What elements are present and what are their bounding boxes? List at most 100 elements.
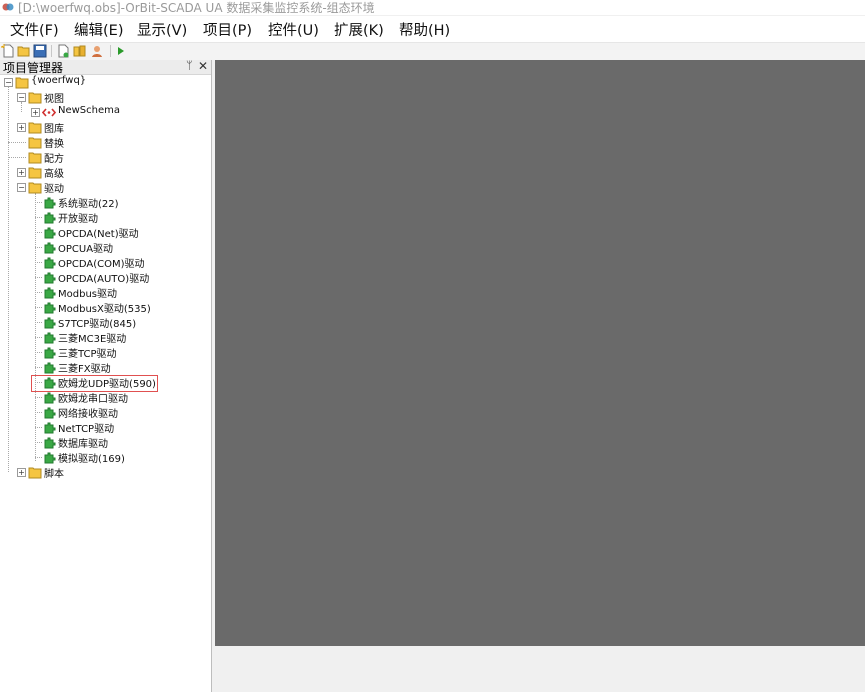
tree-connector [35,247,42,248]
driver-label: 三菱MC3E驱动 [58,334,127,345]
tree-label-newschema: NewSchema [58,105,121,116]
plugin-icon [44,302,56,314]
tree-connector [35,367,42,368]
toolbar-separator [110,45,111,57]
save-icon[interactable] [33,44,47,58]
tree-connector [35,337,42,338]
tree-node-drivers[interactable]: − 驱动 [0,180,211,195]
tree-node-driver[interactable]: ModbusX驱动(535) [0,300,211,315]
user-icon[interactable] [90,44,104,58]
menu-file[interactable]: 文件(F) [10,19,59,40]
schema-icon [42,108,56,117]
tree-connector [8,157,26,158]
main-workspace[interactable] [215,60,865,646]
collapse-icon[interactable]: − [4,78,13,87]
tree-node-root[interactable]: − {woerfwq} [0,75,211,90]
panel-header: 项目管理器 ᛘ ✕ [0,59,211,75]
expand-icon[interactable]: + [31,108,40,117]
app-logo-icon [2,3,14,11]
folder-icon [28,167,42,179]
plugin-icon [44,332,56,344]
menu-extensions[interactable]: 扩展(K) [334,19,384,40]
plugin-icon [44,407,56,419]
driver-label: 三菱FX驱动 [58,364,111,375]
tree-node-replace[interactable]: 替换 [0,135,211,150]
tree-node-script[interactable]: + 脚本 [0,465,211,480]
tree-node-driver[interactable]: 模拟驱动(169) [0,450,211,465]
driver-label: ModbusX驱动(535) [58,304,151,315]
tree-node-driver[interactable]: 三菱TCP驱动 [0,345,211,360]
plugin-icon [44,257,56,269]
tree-connector [35,352,42,353]
tree-label-script: 脚本 [44,469,64,480]
collapse-icon[interactable]: − [17,93,26,102]
open-folder-icon[interactable] [17,44,31,58]
new-file-icon[interactable] [1,44,15,58]
tree-node-driver[interactable]: 三菱FX驱动 [0,360,211,375]
tree-node-library[interactable]: + 图库 [0,120,211,135]
driver-label: OPCUA驱动 [58,244,114,255]
tree-connector [35,232,42,233]
close-icon[interactable]: ✕ [198,59,208,73]
menu-controls[interactable]: 控件(U) [268,19,319,40]
menu-view[interactable]: 显示(V) [137,19,187,40]
tree-node-driver[interactable]: OPCUA驱动 [0,240,211,255]
plugin-icon [44,452,56,464]
toolbar-separator [51,45,52,57]
driver-label: OPCDA(Net)驱动 [58,229,139,240]
title-bar: [D:\woerfwq.obs]-OrBit-SCADA UA 数据采集监控系统… [0,0,865,15]
tree-node-driver[interactable]: 网络接收驱动 [0,405,211,420]
highlight-box [31,375,158,392]
menu-bar: 文件(F) 编辑(E) 显示(V) 项目(P) 控件(U) 扩展(K) 帮助(H… [0,16,865,42]
pin-icon[interactable]: ᛘ [186,59,193,72]
tree-label-view: 视图 [44,94,64,105]
plugin-icon [44,422,56,434]
plugin-icon [44,227,56,239]
toolbar [0,42,865,60]
tree-node-driver[interactable]: S7TCP驱动(845) [0,315,211,330]
plugin-icon [44,317,56,329]
plugin-icon [44,437,56,449]
expand-icon[interactable]: + [17,468,26,477]
tree-node-driver[interactable]: Modbus驱动 [0,285,211,300]
tree-connector [35,292,42,293]
tree-connector [35,427,42,428]
library-icon[interactable] [73,44,87,58]
tree-node-driver[interactable]: OPCDA(AUTO)驱动 [0,270,211,285]
collapse-icon[interactable]: − [17,183,26,192]
tree-node-driver[interactable]: 数据库驱动 [0,435,211,450]
folder-open-icon [28,182,42,194]
menu-edit[interactable]: 编辑(E) [74,19,123,40]
tree-node-driver[interactable]: 欧姆龙串口驱动 [0,390,211,405]
tree-connector [35,442,42,443]
driver-label: S7TCP驱动(845) [58,319,137,330]
tree-node-driver[interactable]: NetTCP驱动 [0,420,211,435]
tree-label-recipe: 配方 [44,154,64,165]
folder-icon [28,122,42,134]
project-tree: − {woerfwq} − 视图 + NewSchema + 图库 替换 配方 … [0,75,211,692]
tree-connector [35,412,42,413]
plugin-icon [44,347,56,359]
project-manager-panel: 项目管理器 ᛘ ✕ − {woerfwq} − 视图 + NewSchema + [0,59,212,692]
expand-icon[interactable]: + [17,123,26,132]
tree-connector [35,397,42,398]
tree-node-driver[interactable]: OPCDA(Net)驱动 [0,225,211,240]
panel-title: 项目管理器 [3,61,64,75]
tree-node-view[interactable]: − 视图 [0,90,211,105]
plugin-icon [44,362,56,374]
tree-node-recipe[interactable]: 配方 [0,150,211,165]
new-page-icon[interactable] [56,44,70,58]
tree-node-driver[interactable]: 开放驱动 [0,210,211,225]
tree-node-driver[interactable]: 三菱MC3E驱动 [0,330,211,345]
tree-connector [35,217,42,218]
menu-help[interactable]: 帮助(H) [399,19,450,40]
run-icon[interactable] [114,44,128,58]
tree-node-newschema[interactable]: + NewSchema [0,105,211,120]
tree-node-driver[interactable]: 系统驱动(22) [0,195,211,210]
tree-node-advanced[interactable]: + 高级 [0,165,211,180]
menu-project[interactable]: 项目(P) [203,19,252,40]
driver-label: 系统驱动(22) [58,199,119,210]
plugin-icon [44,212,56,224]
tree-node-driver[interactable]: OPCDA(COM)驱动 [0,255,211,270]
expand-icon[interactable]: + [17,168,26,177]
